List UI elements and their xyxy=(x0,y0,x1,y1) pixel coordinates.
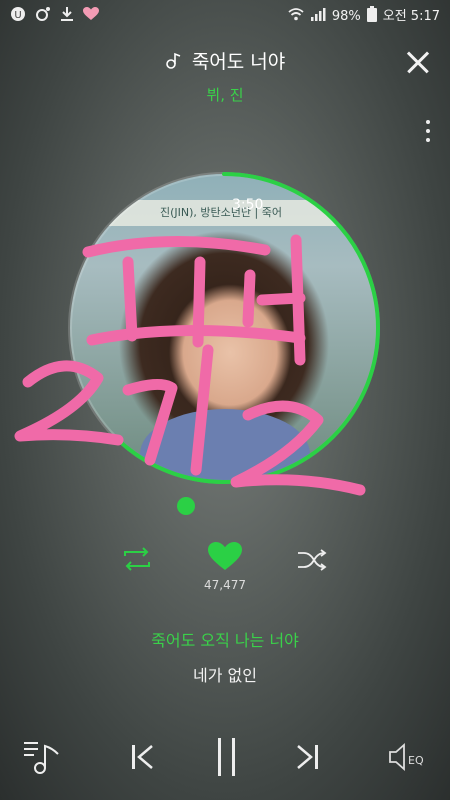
like-count: 47,477 xyxy=(204,578,246,592)
lyric-next-line[interactable]: 네가 없인 xyxy=(0,662,450,686)
playback-options-row xyxy=(0,542,450,576)
download-icon xyxy=(60,6,74,27)
eq-label: EQ xyxy=(408,754,424,767)
wifi-icon xyxy=(288,7,304,26)
more-options-button[interactable] xyxy=(420,118,436,144)
time-remaining: 3:50 xyxy=(232,197,264,213)
music-note-icon xyxy=(165,52,188,72)
status-left-icons: U xyxy=(10,6,99,27)
heart-icon xyxy=(83,7,99,26)
lyric-current-line[interactable]: 죽어도 오직 나는 너야 xyxy=(0,627,450,651)
album-art-container[interactable]: 진(JIN), 방탄소년단 | 죽어 xyxy=(66,170,382,486)
u-icon: U xyxy=(10,6,26,27)
song-title-row: 죽어도 너야 xyxy=(0,47,450,74)
previous-track-icon[interactable] xyxy=(128,742,158,776)
battery-percent: 98% xyxy=(331,8,361,24)
signal-icon xyxy=(310,7,326,26)
shuffle-icon[interactable] xyxy=(296,548,328,576)
next-track-icon[interactable] xyxy=(292,742,322,776)
playlist-icon[interactable] xyxy=(24,738,64,780)
repeat-icon[interactable] xyxy=(121,546,153,576)
close-button[interactable] xyxy=(400,44,436,80)
music-note-icon xyxy=(35,6,51,27)
progress-handle[interactable] xyxy=(177,497,195,515)
song-title: 죽어도 너야 xyxy=(191,51,286,73)
pause-icon[interactable] xyxy=(214,736,240,782)
status-right: 98% 오전 5:17 xyxy=(288,6,440,27)
bottom-controls: EQ xyxy=(0,730,450,790)
svg-text:U: U xyxy=(14,10,21,21)
clock: 오전 5:17 xyxy=(382,8,440,24)
artist-name[interactable]: 뷔, 진 xyxy=(0,84,450,105)
speaker-icon xyxy=(389,743,405,771)
equalizer-button[interactable]: EQ xyxy=(388,742,432,776)
status-bar: U 98% 오전 5:17 xyxy=(0,0,450,30)
progress-ring[interactable] xyxy=(66,170,382,486)
like-heart-icon[interactable] xyxy=(208,542,242,576)
battery-icon xyxy=(366,6,377,27)
